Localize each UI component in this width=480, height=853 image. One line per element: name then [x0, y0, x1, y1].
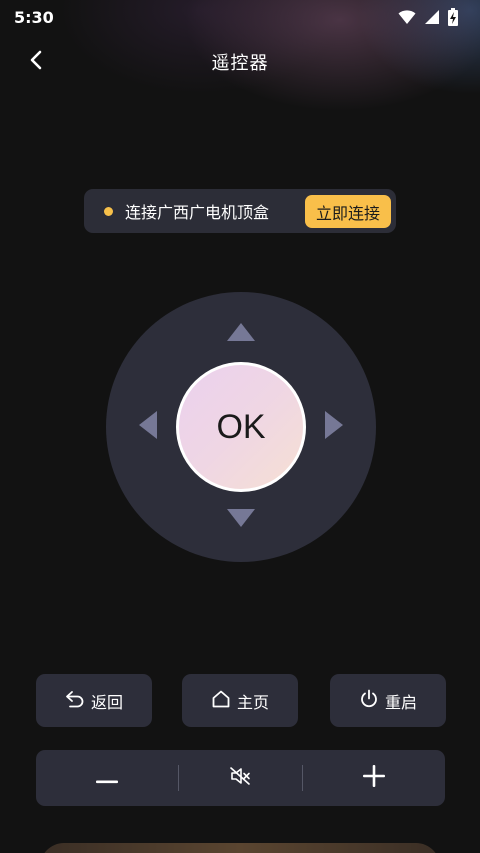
- undo-arrow-icon: [65, 690, 85, 712]
- connection-status-dot: [104, 206, 113, 216]
- wifi-icon: [398, 9, 416, 25]
- volume-down-button[interactable]: [36, 750, 178, 806]
- page-title: 遥控器: [211, 53, 269, 74]
- home-icon: [211, 689, 231, 713]
- cell-signal-icon: [424, 9, 440, 25]
- header: 遥控器: [0, 40, 480, 84]
- status-time: 5:30: [14, 7, 54, 27]
- restart-control-label: 重启: [384, 692, 417, 712]
- home-control-button[interactable]: 主页: [182, 674, 298, 727]
- triangle-down-icon: [226, 508, 256, 532]
- back-button[interactable]: [22, 48, 50, 76]
- ok-button[interactable]: OK: [176, 362, 306, 492]
- triangle-right-icon: [324, 410, 344, 444]
- mute-icon: [229, 766, 251, 790]
- connection-banner: 连接广西广电机顶盒 立即连接: [84, 189, 396, 233]
- battery-charging-icon: [448, 8, 458, 26]
- back-control-label: 返回: [90, 692, 123, 712]
- volume-bar: [36, 750, 445, 806]
- connect-now-button[interactable]: 立即连接: [305, 195, 391, 228]
- dpad-left-button[interactable]: [130, 409, 166, 445]
- dpad-down-button[interactable]: [223, 502, 259, 538]
- dpad-right-button[interactable]: [316, 409, 352, 445]
- minus-icon: [96, 769, 118, 788]
- connection-status-text: 连接广西广电机顶盒: [125, 203, 270, 222]
- dpad: OK: [106, 292, 376, 562]
- triangle-left-icon: [138, 410, 158, 444]
- volume-up-button[interactable]: [302, 750, 445, 806]
- restart-control-button[interactable]: 重启: [330, 674, 446, 727]
- triangle-up-icon: [226, 322, 256, 346]
- status-bar: 5:30: [0, 0, 480, 34]
- chevron-left-icon: [28, 49, 44, 75]
- mute-button[interactable]: [178, 750, 302, 806]
- dpad-up-button[interactable]: [223, 316, 259, 352]
- plus-icon: [362, 765, 385, 791]
- status-icons: [398, 8, 458, 26]
- power-icon: [359, 689, 379, 713]
- back-control-button[interactable]: 返回: [36, 674, 152, 727]
- home-control-label: 主页: [236, 692, 269, 712]
- bottom-panel-edge: [40, 843, 440, 853]
